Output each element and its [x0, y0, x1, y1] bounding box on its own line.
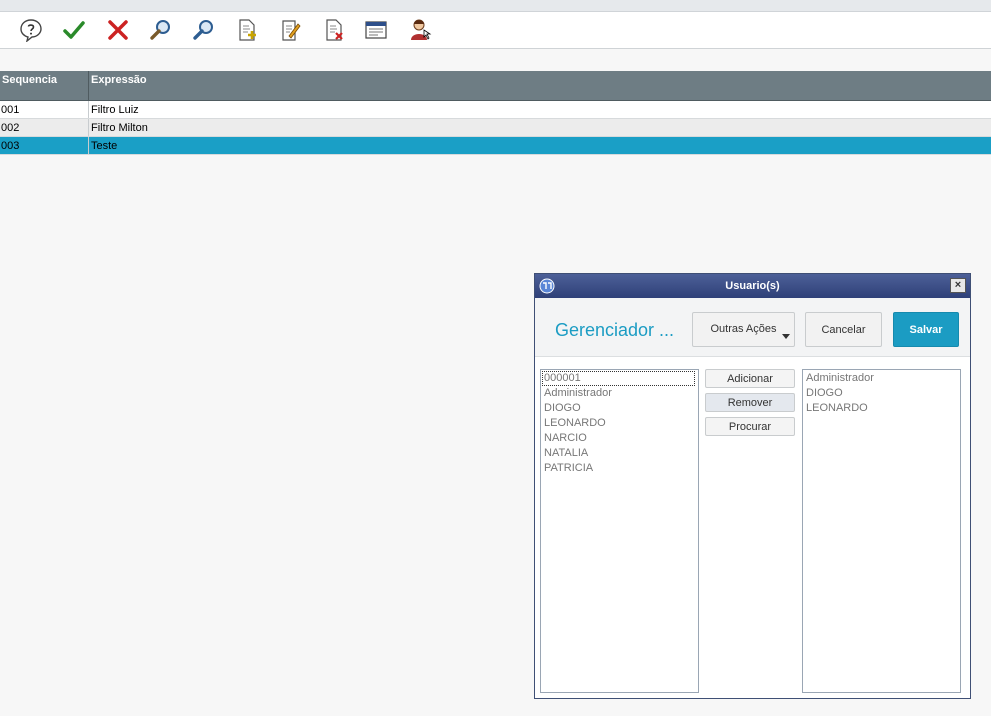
- cell-expressao: Filtro Luiz: [91, 103, 139, 116]
- delete-document-icon: [326, 19, 343, 41]
- x-icon: [108, 20, 128, 40]
- check-icon: [63, 21, 85, 39]
- search-icon: [193, 20, 213, 40]
- cell-sequencia: 003: [0, 137, 89, 154]
- new-document-button[interactable]: [233, 16, 261, 44]
- selected-users-list[interactable]: Administrador DIOGO LEONARDO: [802, 369, 961, 693]
- column-header-sequencia[interactable]: Sequencia: [0, 71, 89, 100]
- list-item[interactable]: LEONARDO: [806, 401, 957, 416]
- edit-document-button[interactable]: [276, 16, 304, 44]
- dialog-heading: Gerenciador ...: [555, 320, 675, 340]
- close-icon[interactable]: ×: [950, 278, 966, 293]
- users-button[interactable]: [406, 16, 434, 44]
- filter-grid: Sequencia Expressão 001 Filtro Luiz 002 …: [0, 71, 991, 155]
- caret-down-icon: [782, 334, 790, 339]
- list-item[interactable]: Administrador: [806, 371, 957, 386]
- list-item[interactable]: NARCIO: [544, 431, 695, 446]
- confirm-button[interactable]: [60, 16, 88, 44]
- dialog-header: Gerenciador ... Outras Ações Cancelar Sa…: [535, 298, 970, 357]
- cell-sequencia: 001: [0, 101, 89, 118]
- edit-document-icon: [282, 20, 301, 41]
- search-button[interactable]: [147, 16, 175, 44]
- table-row[interactable]: 002 Filtro Milton: [0, 119, 991, 137]
- cancel-button[interactable]: Cancelar: [805, 312, 882, 347]
- new-document-icon: [239, 19, 256, 41]
- dialog-title: Usuario(s): [725, 280, 780, 292]
- list-item[interactable]: DIOGO: [806, 386, 957, 401]
- table-row-selected[interactable]: 003 Teste: [0, 137, 991, 155]
- users-dialog: Usuario(s) × Gerenciador ... Outras Açõe…: [534, 273, 971, 699]
- list-item[interactable]: PATRICIA: [544, 461, 695, 476]
- grid-header: Sequencia Expressão: [0, 71, 991, 101]
- window-button[interactable]: [362, 16, 390, 44]
- table-row[interactable]: 001 Filtro Luiz: [0, 101, 991, 119]
- toolbar: [0, 12, 991, 49]
- top-strip: [0, 0, 991, 12]
- app-logo-icon: [539, 278, 555, 294]
- cancel-x-button[interactable]: [104, 16, 132, 44]
- delete-document-button[interactable]: [320, 16, 348, 44]
- list-item[interactable]: NATALIA: [544, 446, 695, 461]
- toolbar-spacer: [0, 49, 991, 71]
- remove-button[interactable]: Remover: [705, 393, 795, 412]
- other-actions-button[interactable]: Outras Ações: [692, 312, 795, 347]
- available-users-list[interactable]: 000001 Administrador DIOGO LEONARDO NARC…: [540, 369, 699, 693]
- other-actions-label: Outras Ações: [710, 322, 777, 335]
- search-icon: [150, 20, 170, 40]
- search-button-2[interactable]: [190, 16, 218, 44]
- cell-expressao: Filtro Milton: [91, 121, 148, 134]
- help-button[interactable]: [17, 16, 45, 44]
- list-item[interactable]: LEONARDO: [544, 416, 695, 431]
- cell-expressao: Teste: [91, 139, 118, 152]
- user-icon: [411, 19, 432, 40]
- add-button[interactable]: Adicionar: [705, 369, 795, 388]
- list-item[interactable]: Administrador: [544, 386, 695, 401]
- help-icon: [20, 19, 42, 42]
- dialog-titlebar[interactable]: Usuario(s) ×: [535, 274, 970, 298]
- cell-sequencia: 002: [0, 119, 89, 136]
- save-button[interactable]: Salvar: [893, 312, 959, 347]
- list-item[interactable]: 000001: [542, 371, 695, 386]
- find-button[interactable]: Procurar: [705, 417, 795, 436]
- column-header-expressao[interactable]: Expressão: [89, 71, 991, 100]
- window-icon: [365, 21, 387, 39]
- list-item[interactable]: DIOGO: [544, 401, 695, 416]
